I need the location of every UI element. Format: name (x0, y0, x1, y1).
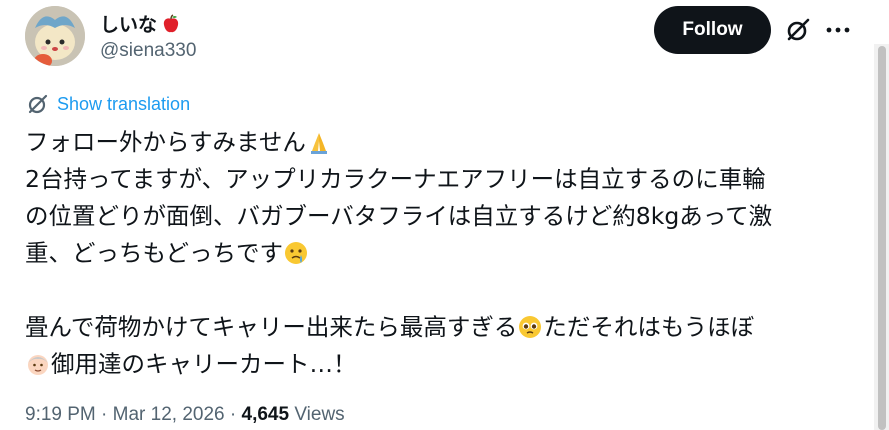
follow-button[interactable]: Follow (654, 6, 771, 54)
tweet-line: 御用達のキャリーカート…！ (25, 346, 855, 383)
tweet-detail: しいな @siena330 Follow Show translation フォ… (0, 0, 889, 430)
tweet-date: Mar 12, 2026 (112, 404, 225, 425)
tweet-line-2: 2台持ってますが、アップリカラクーナエアフリーは自立するのに車輪 (25, 165, 766, 193)
avatar[interactable] (25, 6, 85, 66)
grok-icon[interactable] (785, 17, 811, 43)
old-person-icon (28, 355, 48, 375)
tweet-line: 畳んで荷物かけてキャリー出来たら最高すぎる ただそれはもうほぼ (25, 309, 855, 346)
views-count[interactable]: 4,645 (242, 404, 290, 425)
red-apple-icon (163, 13, 179, 32)
tweet-time-link[interactable]: 9:19 PM · Mar 12, 2026 (25, 404, 225, 425)
show-translation-link[interactable]: Show translation (27, 93, 190, 115)
tweet-line-6: 御用達のキャリーカート…！ (51, 350, 357, 378)
tweet-line-1: フォロー外からすみません (25, 128, 306, 156)
tweet-meta: 9:19 PM · Mar 12, 2026 · 4,645 Views (25, 404, 345, 426)
tweet-line-4: 重、どっちもどっちです (25, 239, 284, 267)
author-handle[interactable]: @siena330 (100, 40, 196, 62)
meta-separator: · (229, 404, 237, 425)
scrollbar-thumb[interactable] (878, 46, 886, 430)
views-label: Views (294, 404, 345, 425)
author-name-row[interactable]: しいな (100, 10, 181, 37)
more-options-icon[interactable] (826, 27, 850, 33)
tweet-text: フォロー外からすみません 2台持ってますが、アップリカラクーナエアフリーは自立す… (25, 124, 855, 383)
folded-hands-icon (310, 133, 327, 154)
tweet-line: の位置どりが面倒、バガブーバタフライは自立するけど約8kgあって激 (25, 198, 855, 235)
pleading-face-icon (519, 316, 542, 338)
tweet-line-5: 畳んで荷物かけてキャリー出来たら最高すぎる (25, 313, 518, 341)
tweet-time: 9:19 PM (25, 404, 96, 425)
tweet-line: フォロー外からすみません (25, 124, 855, 161)
face-holding-back-tears-icon (285, 242, 308, 264)
meta-separator: · (101, 404, 108, 425)
show-translation-label[interactable]: Show translation (57, 94, 190, 115)
tweet-line-5b: ただそれはもうほぼ (543, 313, 755, 341)
author-display-name[interactable]: しいな (100, 10, 157, 37)
tweet-line-3: の位置どりが面倒、バガブーバタフライは自立するけど約8kgあって激 (25, 202, 773, 230)
tweet-line: 重、どっちもどっちです (25, 235, 855, 272)
translate-icon (28, 94, 48, 114)
tweet-line: 2台持ってますが、アップリカラクーナエアフリーは自立するのに車輪 (25, 161, 855, 198)
avatar-image (25, 6, 85, 66)
